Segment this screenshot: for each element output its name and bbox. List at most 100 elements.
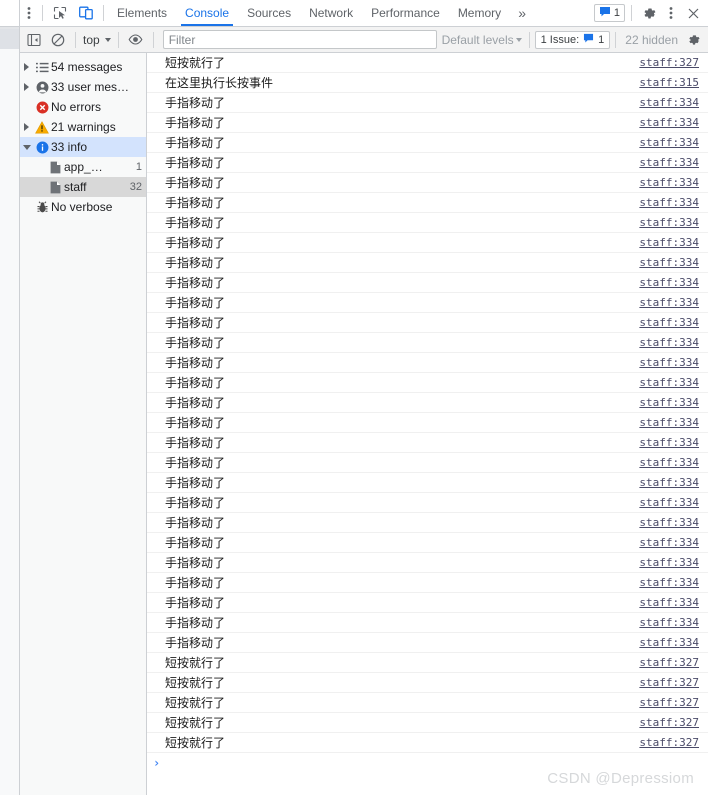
- console-message-row[interactable]: 手指移动了 staff:334: [147, 533, 708, 553]
- console-sidebar-toggle-icon[interactable]: [22, 28, 46, 52]
- sidebar-tree-item-0[interactable]: 54 messages: [20, 57, 146, 77]
- execution-context-selector[interactable]: top: [81, 33, 113, 47]
- tab-sources[interactable]: Sources: [238, 0, 300, 26]
- console-message-source-link[interactable]: staff:334: [639, 96, 699, 109]
- console-message-source-link[interactable]: staff:334: [639, 336, 699, 349]
- sidebar-tree-item-5[interactable]: app_… 1: [20, 157, 146, 177]
- console-message-source-link[interactable]: staff:334: [639, 136, 699, 149]
- console-message-source-link[interactable]: staff:315: [639, 76, 699, 89]
- live-expression-icon[interactable]: [124, 28, 148, 52]
- console-message-source-link[interactable]: staff:334: [639, 196, 699, 209]
- console-message-source-link[interactable]: staff:327: [639, 656, 699, 669]
- console-message-row[interactable]: 手指移动了 staff:334: [147, 173, 708, 193]
- tree-disclosure-toggle[interactable]: [20, 137, 33, 157]
- console-message-row[interactable]: 短按就行了 staff:327: [147, 693, 708, 713]
- console-message-source-link[interactable]: staff:334: [639, 456, 699, 469]
- issues-counter-button[interactable]: 1 Issue: 1: [534, 30, 611, 49]
- console-message-row[interactable]: 短按就行了 staff:327: [147, 53, 708, 73]
- console-message-list[interactable]: 短按就行了 staff:327 在这里执行长按事件 staff:315 手指移动了 sta…: [147, 53, 708, 795]
- console-message-source-link[interactable]: staff:327: [639, 736, 699, 749]
- console-message-row[interactable]: 手指移动了 staff:334: [147, 613, 708, 633]
- log-levels-selector[interactable]: Default levels: [440, 33, 524, 47]
- console-message-row[interactable]: 手指移动了 staff:334: [147, 493, 708, 513]
- console-message-row[interactable]: 手指移动了 staff:334: [147, 193, 708, 213]
- console-message-row[interactable]: 短按就行了 staff:327: [147, 733, 708, 753]
- console-message-source-link[interactable]: staff:334: [639, 516, 699, 529]
- console-message-row[interactable]: 手指移动了 staff:334: [147, 393, 708, 413]
- console-message-row[interactable]: 手指移动了 staff:334: [147, 273, 708, 293]
- console-message-row[interactable]: 手指移动了 staff:334: [147, 113, 708, 133]
- console-message-source-link[interactable]: staff:334: [639, 396, 699, 409]
- console-message-row[interactable]: 手指移动了 staff:334: [147, 93, 708, 113]
- gear-icon[interactable]: [636, 0, 662, 26]
- console-message-row[interactable]: 短按就行了 staff:327: [147, 713, 708, 733]
- console-message-source-link[interactable]: staff:334: [639, 376, 699, 389]
- more-tabs-chevron-icon[interactable]: »: [510, 0, 534, 26]
- console-message-source-link[interactable]: staff:334: [639, 616, 699, 629]
- console-message-row[interactable]: 手指移动了 staff:334: [147, 513, 708, 533]
- console-message-source-link[interactable]: staff:334: [639, 416, 699, 429]
- tab-performance[interactable]: Performance: [362, 0, 449, 26]
- console-message-source-link[interactable]: staff:334: [639, 156, 699, 169]
- tab-memory[interactable]: Memory: [449, 0, 510, 26]
- console-message-row[interactable]: 手指移动了 staff:334: [147, 373, 708, 393]
- sidebar-tree-item-2[interactable]: No errors: [20, 97, 146, 117]
- console-message-row[interactable]: 在这里执行长按事件 staff:315: [147, 73, 708, 93]
- console-message-source-link[interactable]: staff:334: [639, 556, 699, 569]
- console-message-source-link[interactable]: staff:334: [639, 276, 699, 289]
- sidebar-tree-item-6[interactable]: staff 32: [20, 177, 146, 197]
- console-message-source-link[interactable]: staff:334: [639, 476, 699, 489]
- console-message-row[interactable]: 手指移动了 staff:334: [147, 473, 708, 493]
- sidebar-tree-item-3[interactable]: 21 warnings: [20, 117, 146, 137]
- console-message-row[interactable]: 手指移动了 staff:334: [147, 333, 708, 353]
- inspect-element-icon[interactable]: [47, 0, 73, 26]
- tab-console[interactable]: Console: [176, 0, 238, 26]
- left-strip-highlight-block[interactable]: [0, 29, 19, 49]
- devtools-menu-icon[interactable]: [662, 0, 680, 26]
- console-message-row[interactable]: 手指移动了 staff:334: [147, 153, 708, 173]
- console-message-row[interactable]: 手指移动了 staff:334: [147, 413, 708, 433]
- console-message-row[interactable]: 手指移动了 staff:334: [147, 233, 708, 253]
- console-prompt-row[interactable]: ›: [147, 753, 708, 773]
- console-message-row[interactable]: 手指移动了 staff:334: [147, 213, 708, 233]
- clear-console-icon[interactable]: [46, 28, 70, 52]
- console-message-source-link[interactable]: staff:327: [639, 56, 699, 69]
- console-message-source-link[interactable]: staff:334: [639, 176, 699, 189]
- console-message-row[interactable]: 手指移动了 staff:334: [147, 353, 708, 373]
- console-message-source-link[interactable]: staff:334: [639, 316, 699, 329]
- console-message-source-link[interactable]: staff:334: [639, 296, 699, 309]
- vertical-dots-icon[interactable]: [20, 0, 38, 26]
- console-message-source-link[interactable]: staff:334: [639, 236, 699, 249]
- console-message-row[interactable]: 手指移动了 staff:334: [147, 553, 708, 573]
- console-message-source-link[interactable]: staff:334: [639, 256, 699, 269]
- close-icon[interactable]: [680, 0, 706, 26]
- console-message-source-link[interactable]: staff:334: [639, 596, 699, 609]
- console-message-row[interactable]: 手指移动了 staff:334: [147, 313, 708, 333]
- console-message-source-link[interactable]: staff:334: [639, 496, 699, 509]
- tree-disclosure-toggle[interactable]: [20, 57, 33, 77]
- sidebar-tree-item-1[interactable]: 33 user mes…: [20, 77, 146, 97]
- hidden-messages-label[interactable]: 22 hidden: [621, 33, 682, 47]
- console-filter-input[interactable]: [162, 30, 437, 49]
- console-message-row[interactable]: 手指移动了 staff:334: [147, 253, 708, 273]
- console-message-row[interactable]: 短按就行了 staff:327: [147, 673, 708, 693]
- console-message-row[interactable]: 手指移动了 staff:334: [147, 633, 708, 653]
- console-message-row[interactable]: 手指移动了 staff:334: [147, 573, 708, 593]
- tree-disclosure-toggle[interactable]: [20, 77, 33, 97]
- tree-disclosure-toggle[interactable]: [20, 117, 33, 137]
- console-message-source-link[interactable]: staff:334: [639, 216, 699, 229]
- console-message-source-link[interactable]: staff:327: [639, 676, 699, 689]
- console-message-source-link[interactable]: staff:334: [639, 636, 699, 649]
- console-prompt-input[interactable]: [164, 755, 708, 771]
- tab-elements[interactable]: Elements: [108, 0, 176, 26]
- issues-badge-button[interactable]: 1: [593, 4, 625, 22]
- device-toolbar-icon[interactable]: [73, 0, 99, 26]
- console-message-source-link[interactable]: staff:334: [639, 576, 699, 589]
- console-settings-gear-icon[interactable]: [682, 28, 706, 52]
- console-message-source-link[interactable]: staff:327: [639, 696, 699, 709]
- console-message-row[interactable]: 手指移动了 staff:334: [147, 593, 708, 613]
- tab-network[interactable]: Network: [300, 0, 362, 26]
- console-message-source-link[interactable]: staff:334: [639, 436, 699, 449]
- console-message-source-link[interactable]: staff:334: [639, 116, 699, 129]
- sidebar-tree-item-4[interactable]: 33 info: [20, 137, 146, 157]
